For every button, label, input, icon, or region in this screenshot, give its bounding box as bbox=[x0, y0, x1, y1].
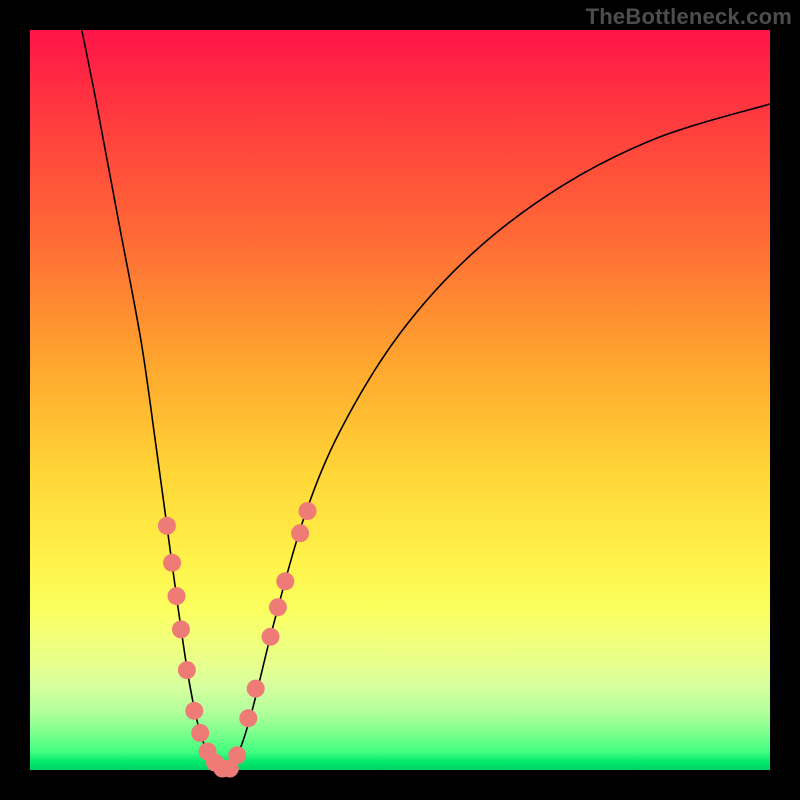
marker-group bbox=[158, 502, 317, 778]
watermark-text: TheBottleneck.com bbox=[586, 4, 792, 30]
data-marker bbox=[291, 524, 309, 542]
data-marker bbox=[262, 628, 280, 646]
data-marker bbox=[178, 661, 196, 679]
data-marker bbox=[276, 572, 294, 590]
chart-svg bbox=[30, 30, 770, 770]
data-marker bbox=[269, 598, 287, 616]
data-marker bbox=[158, 517, 176, 535]
data-marker bbox=[247, 680, 265, 698]
data-marker bbox=[172, 620, 190, 638]
data-marker bbox=[168, 587, 186, 605]
data-marker bbox=[299, 502, 317, 520]
data-marker bbox=[185, 702, 203, 720]
chart-canvas: TheBottleneck.com bbox=[0, 0, 800, 800]
plot-area bbox=[30, 30, 770, 770]
data-marker bbox=[191, 724, 209, 742]
left-limb-curve bbox=[82, 30, 223, 770]
data-marker bbox=[228, 746, 246, 764]
data-marker bbox=[239, 709, 257, 727]
right-limb-curve bbox=[222, 104, 770, 770]
data-marker bbox=[163, 554, 181, 572]
